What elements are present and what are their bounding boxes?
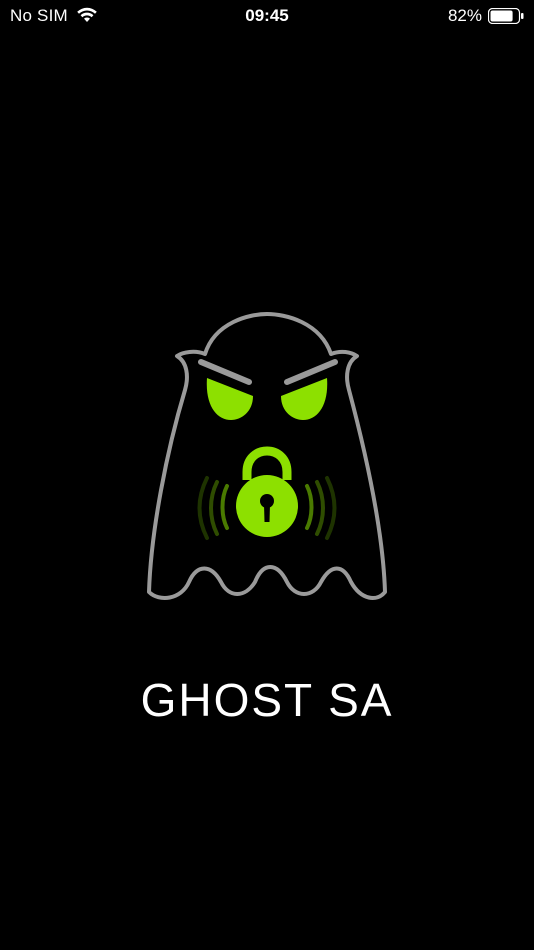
right-eyebrow [284, 359, 338, 385]
left-eye [206, 378, 253, 420]
signal-wave-left-inner [220, 484, 229, 530]
ghost-lock-logo [147, 312, 387, 600]
battery-group: 82% [448, 6, 524, 26]
battery-icon [488, 8, 524, 24]
battery-percent: 82% [447, 6, 482, 25]
signal-wave-right-outer [325, 476, 337, 540]
ghost-outline [147, 312, 387, 600]
app-name-title: GHOST SA [140, 674, 394, 726]
signal-wave-right-inner [305, 484, 314, 530]
status-bar: No SIM 09:45 82% [0, 0, 534, 34]
signal-wave-left-middle [209, 480, 219, 536]
signal-wave-left-outer [197, 476, 209, 540]
keyhole-slot [264, 504, 270, 522]
signal-wave-right-middle [315, 480, 325, 536]
